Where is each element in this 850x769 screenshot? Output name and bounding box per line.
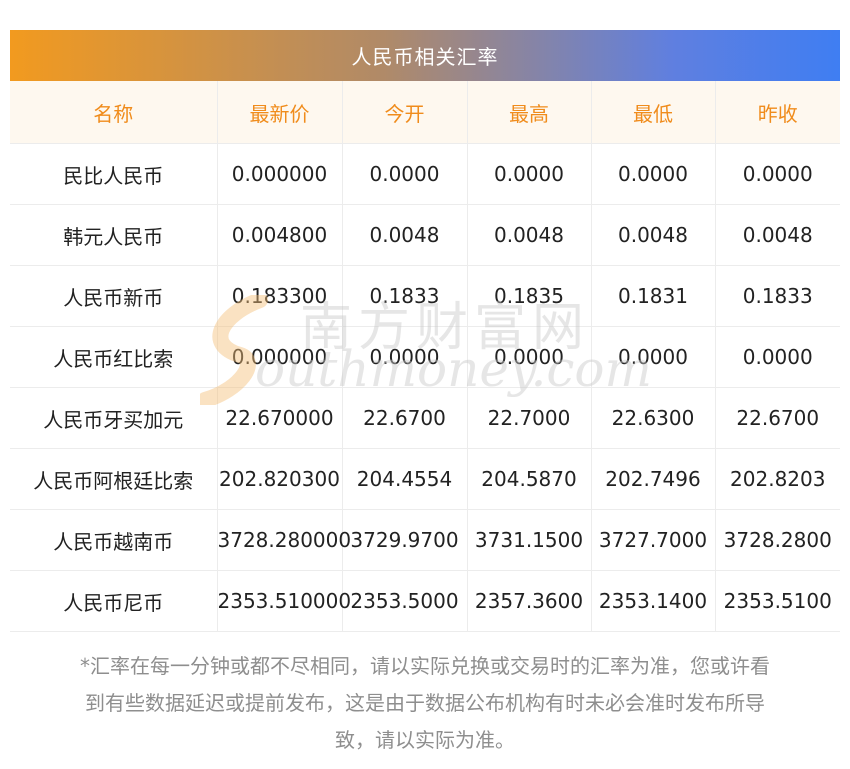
cell-low: 0.0048: [591, 204, 716, 266]
disclaimer-line: *汇率在每一分钟或都不尽相同，请以实际兑换或交易时的汇率为准，您或许看: [80, 654, 770, 678]
cell-prev-close: 3728.2800: [715, 509, 840, 571]
cell-name: 人民币红比索: [10, 326, 218, 388]
cell-low: 0.1831: [591, 265, 716, 327]
table-row: 人民币红比索 0.000000 0.0000 0.0000 0.0000 0.0…: [10, 326, 840, 388]
cell-high: 0.1835: [467, 265, 592, 327]
table-row: 人民币牙买加元 22.670000 22.6700 22.7000 22.630…: [10, 387, 840, 449]
cell-name: 人民币牙买加元: [10, 387, 218, 449]
cell-prev-close: 22.6700: [715, 387, 840, 449]
header-high: 最高: [467, 81, 592, 144]
rate-table-card: 人民币相关汇率 名称 最新价 今开 最高 最低 昨收 民比人民币 0.00000…: [10, 30, 840, 632]
cell-prev-close: 0.0000: [715, 143, 840, 205]
cell-high: 0.0048: [467, 204, 592, 266]
cell-name: 人民币新币: [10, 265, 218, 327]
header-open: 今开: [342, 81, 468, 144]
cell-latest: 0.000000: [217, 143, 343, 205]
rate-table: 名称 最新价 今开 最高 最低 昨收 民比人民币 0.000000 0.0000…: [10, 81, 840, 632]
cell-prev-close: 202.8203: [715, 448, 840, 510]
table-row: 人民币越南币 3728.280000 3729.9700 3731.1500 3…: [10, 509, 840, 571]
disclaimer-note: *汇率在每一分钟或都不尽相同，请以实际兑换或交易时的汇率为准，您或许看 到有些数…: [10, 648, 840, 759]
cell-open: 204.4554: [342, 448, 468, 510]
cell-name: 韩元人民币: [10, 204, 218, 266]
cell-open: 2353.5000: [342, 570, 468, 632]
cell-open: 0.0048: [342, 204, 468, 266]
cell-prev-close: 0.1833: [715, 265, 840, 327]
table-header-row: 名称 最新价 今开 最高 最低 昨收: [10, 81, 840, 144]
cell-high: 204.5870: [467, 448, 592, 510]
cell-latest: 0.000000: [217, 326, 343, 388]
cell-latest: 2353.510000: [217, 570, 351, 632]
cell-high: 3731.1500: [467, 509, 592, 571]
cell-high: 22.7000: [467, 387, 592, 449]
cell-prev-close: 0.0048: [715, 204, 840, 266]
cell-open: 0.0000: [342, 143, 468, 205]
header-low: 最低: [591, 81, 716, 144]
cell-high: 0.0000: [467, 326, 592, 388]
cell-low: 0.0000: [591, 326, 716, 388]
header-latest: 最新价: [217, 81, 343, 144]
cell-latest: 3728.280000: [217, 509, 351, 571]
cell-low: 0.0000: [591, 143, 716, 205]
table-row: 韩元人民币 0.004800 0.0048 0.0048 0.0048 0.00…: [10, 204, 840, 266]
disclaimer-line: 致，请以实际为准。: [335, 728, 515, 752]
cell-open: 3729.9700: [342, 509, 468, 571]
cell-low: 3727.7000: [591, 509, 716, 571]
header-name: 名称: [10, 81, 218, 144]
table-title: 人民币相关汇率: [10, 30, 840, 81]
table-row: 人民币阿根廷比索 202.820300 204.4554 204.5870 20…: [10, 448, 840, 510]
cell-low: 202.7496: [591, 448, 716, 510]
table-row: 人民币尼币 2353.510000 2353.5000 2357.3600 23…: [10, 570, 840, 632]
cell-low: 2353.1400: [591, 570, 716, 632]
cell-latest: 22.670000: [217, 387, 343, 449]
cell-latest: 0.183300: [217, 265, 343, 327]
cell-latest: 0.004800: [217, 204, 343, 266]
cell-open: 0.0000: [342, 326, 468, 388]
table-row: 民比人民币 0.000000 0.0000 0.0000 0.0000 0.00…: [10, 143, 840, 205]
cell-name: 人民币阿根廷比索: [10, 448, 218, 510]
cell-name: 人民币尼币: [10, 570, 218, 632]
cell-high: 0.0000: [467, 143, 592, 205]
cell-name: 人民币越南币: [10, 509, 218, 571]
cell-high: 2357.3600: [467, 570, 592, 632]
cell-name: 民比人民币: [10, 143, 218, 205]
header-prev-close: 昨收: [715, 81, 840, 144]
table-row: 人民币新币 0.183300 0.1833 0.1835 0.1831 0.18…: [10, 265, 840, 327]
cell-open: 22.6700: [342, 387, 468, 449]
disclaimer-line: 到有些数据延迟或提前发布，这是由于数据公布机构有时未必会准时发布所导: [85, 691, 765, 715]
cell-prev-close: 2353.5100: [715, 570, 840, 632]
cell-low: 22.6300: [591, 387, 716, 449]
cell-prev-close: 0.0000: [715, 326, 840, 388]
cell-latest: 202.820300: [217, 448, 343, 510]
cell-open: 0.1833: [342, 265, 468, 327]
